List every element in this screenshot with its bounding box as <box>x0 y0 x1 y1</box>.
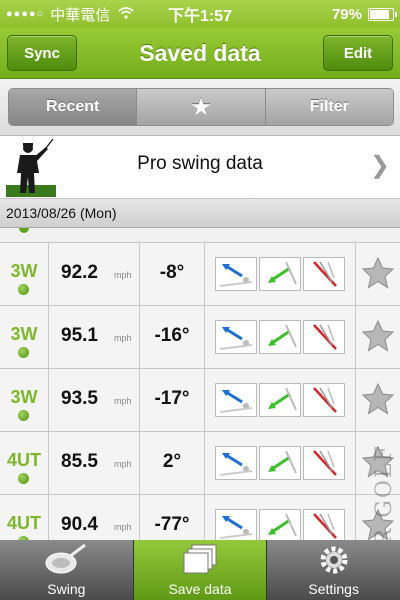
table-row[interactable]: 4UT 85.5 mph 2° <box>0 432 400 495</box>
driver-club-icon <box>45 543 87 574</box>
club-dot-icon <box>19 228 29 233</box>
club-dot-icon <box>18 347 29 358</box>
club-label: 3W <box>10 261 38 281</box>
club-cell: 3W <box>0 369 49 431</box>
diagram-cell <box>205 495 356 540</box>
swing-angle-value: -17° <box>154 388 190 409</box>
angle-cell: -16° <box>140 306 205 368</box>
tab-bar: Swing Save data Settings <box>0 540 400 600</box>
club-label: 3W <box>10 387 38 407</box>
segment-filter[interactable]: Filter <box>264 89 393 125</box>
speed-cell: 93.5 mph <box>49 369 140 431</box>
swing-diagram-tile <box>259 446 301 480</box>
diagram-cell <box>205 306 356 368</box>
speed-unit: mph <box>114 396 132 406</box>
speed-unit: mph <box>114 522 132 532</box>
tab-settings-label: Settings <box>308 581 359 597</box>
swing-diagram-tile <box>303 446 345 480</box>
swing-diagram-tile <box>259 383 301 417</box>
angle-cell: -77° <box>140 495 205 540</box>
star-icon[interactable] <box>361 256 395 290</box>
swing-diagram-tile <box>215 383 257 417</box>
star-icon[interactable] <box>361 319 395 353</box>
diagram-cell <box>205 369 356 431</box>
partial-row <box>0 228 400 243</box>
pro-swing-data-row[interactable]: Pro swing data ❯ <box>0 136 400 199</box>
diagram-cell <box>205 243 356 305</box>
speed-cell: 90.4 mph <box>49 495 140 540</box>
head-speed-value: 93.5 <box>61 388 98 409</box>
club-label: 4UT <box>6 513 41 533</box>
status-bar: ●●●●○ 中華電信 下午1:57 79% <box>0 0 400 28</box>
swing-angle-value: 2° <box>162 451 182 472</box>
swing-diagram-tile <box>259 509 301 540</box>
club-label: 3W <box>10 324 38 344</box>
speed-cell: 85.5 mph <box>49 432 140 494</box>
tab-settings[interactable]: Settings <box>266 540 400 600</box>
tab-save-data-label: Save data <box>168 581 232 597</box>
favorite-cell <box>356 243 400 305</box>
speed-cell: 95.1 mph <box>49 306 140 368</box>
tab-swing[interactable]: Swing <box>0 540 133 600</box>
segmented-control: Recent ★ Filter <box>8 88 394 126</box>
star-icon: ★ <box>191 95 211 119</box>
speed-unit: mph <box>114 459 132 469</box>
speed-unit: mph <box>114 333 132 343</box>
club-cell: 4UT <box>0 432 49 494</box>
chevron-right-icon: ❯ <box>369 152 390 179</box>
club-cell: 3W <box>0 306 49 368</box>
swing-diagram-tile <box>303 509 345 540</box>
pro-swing-label: Pro swing data <box>137 153 263 174</box>
swing-angle-value: -8° <box>159 262 185 283</box>
swing-angle-value: -77° <box>154 514 190 535</box>
table-row[interactable]: 3W 92.2 mph -8° <box>0 243 400 306</box>
speed-unit: mph <box>114 270 132 280</box>
head-speed-value: 92.2 <box>61 262 98 283</box>
swing-diagram-tile <box>259 257 301 291</box>
edit-button[interactable]: Edit <box>323 35 393 71</box>
head-speed-value: 95.1 <box>61 325 98 346</box>
club-dot-icon <box>18 410 29 421</box>
swing-diagram-tile <box>215 509 257 540</box>
head-speed-value: 85.5 <box>61 451 98 472</box>
battery-percent: 79% <box>331 5 362 23</box>
segment-favorites[interactable]: ★ <box>136 89 265 125</box>
swing-diagram-tile <box>303 257 345 291</box>
favorite-cell <box>356 306 400 368</box>
club-cell: 4UT <box>0 495 49 540</box>
speed-cell: 92.2 mph <box>49 243 140 305</box>
swing-diagram-tile <box>215 446 257 480</box>
gear-icon <box>320 546 348 574</box>
navigation-bar: Saved data Sync Edit <box>0 28 400 79</box>
angle-cell: 2° <box>140 432 205 494</box>
sync-button[interactable]: Sync <box>7 35 77 71</box>
club-cell: 3W <box>0 243 49 305</box>
head-speed-value: 90.4 <box>61 514 98 535</box>
segment-recent[interactable]: Recent <box>9 89 137 125</box>
diagram-cell <box>205 432 356 494</box>
table-row[interactable]: 3W 93.5 mph -17° <box>0 369 400 432</box>
angle-cell: -17° <box>140 369 205 431</box>
angle-cell: -8° <box>140 243 205 305</box>
date-label: 2013/08/26 (Mon) <box>6 205 117 221</box>
swing-data-table: 3W 92.2 mph -8° 3W 95.1 mph -16° 3W 93.5 mph -17° 4U… <box>0 228 400 540</box>
club-dot-icon <box>18 284 29 295</box>
swing-diagram-tile <box>259 320 301 354</box>
swing-angle-value: -16° <box>154 325 190 346</box>
table-row[interactable]: 3W 95.1 mph -16° <box>0 306 400 369</box>
tab-swing-label: Swing <box>47 581 86 597</box>
battery-icon <box>368 8 397 21</box>
table-row[interactable]: 4UT 90.4 mph -77° <box>0 495 400 540</box>
club-dot-icon <box>18 473 29 484</box>
stacked-cards-icon <box>183 544 217 574</box>
swing-diagram-tile <box>215 257 257 291</box>
segment-bar: Recent ★ Filter <box>0 79 400 136</box>
swing-diagram-tile <box>215 320 257 354</box>
tab-save-data[interactable]: Save data <box>132 540 267 600</box>
date-section-header: 2013/08/26 (Mon) <box>0 199 400 228</box>
swing-diagram-tile <box>303 320 345 354</box>
swing-diagram-tile <box>303 383 345 417</box>
club-label: 4UT <box>6 450 41 470</box>
